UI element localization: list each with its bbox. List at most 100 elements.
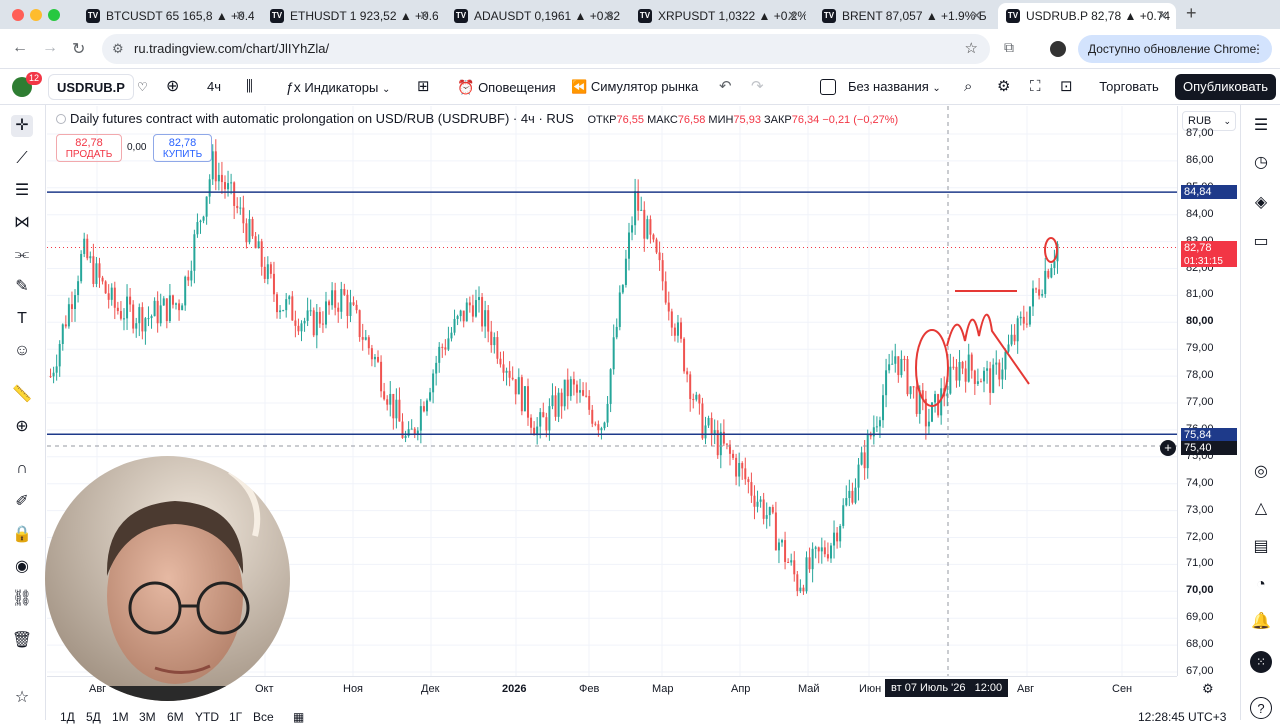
url-field[interactable]: ⚙ ru.tradingview.com/chart/JlIYhZla/ ☆ — [102, 34, 990, 64]
candle-body — [842, 505, 845, 526]
settings-gear-icon[interactable]: ⚙ — [997, 69, 1010, 105]
candle-body — [793, 560, 796, 575]
replay-button[interactable]: ⏪ Симулятор рынка — [571, 69, 698, 105]
pattern-icon[interactable]: ⋈ — [11, 212, 33, 234]
browser-tab[interactable]: TV ETHUSDT 1 923,52 ▲ +0.6 ✕ — [262, 3, 438, 29]
target-icon[interactable]: ◎ — [1250, 461, 1272, 483]
minimize-window-button[interactable] — [30, 9, 42, 21]
browser-tab[interactable]: TV BRENT 87,057 ▲ +1.9% Б ✕ — [814, 3, 990, 29]
crosshair-icon[interactable]: ✛ — [11, 115, 33, 137]
brush-icon[interactable]: ✎ — [11, 276, 33, 298]
link-icon[interactable]: ⛓ — [11, 588, 33, 610]
undo-icon[interactable]: ↶ — [719, 69, 732, 105]
range-all-button[interactable]: Все — [253, 710, 274, 724]
fib-retracement-icon[interactable]: ☰ — [11, 180, 33, 202]
chat-icon[interactable]: ▭ — [1250, 231, 1272, 253]
browser-tab-active[interactable]: TV USDRUB.P 82,78 ▲ +0.74 ✕ — [998, 3, 1176, 29]
forward-arrow-icon[interactable]: → — [42, 39, 58, 57]
symbol-search-button[interactable]: USDRUB.P — [48, 74, 134, 100]
candle-body — [854, 487, 857, 503]
more-menu-icon[interactable]: ⋮ — [1252, 35, 1264, 63]
time-label: Фев — [579, 683, 600, 695]
range-1y-button[interactable]: 1Г — [229, 710, 242, 724]
eye-icon[interactable]: ◉ — [11, 556, 33, 578]
favorite-heart-icon[interactable]: ♡ — [137, 69, 148, 105]
close-tab-icon[interactable]: ✕ — [1157, 3, 1168, 29]
emoji-icon[interactable]: ☺ — [11, 340, 33, 362]
chrome-update-button[interactable]: Доступно обновление Chrome ⋮ — [1078, 35, 1272, 63]
alerts-button[interactable]: ⏰ Оповещения — [457, 69, 556, 105]
trend-line-icon[interactable]: ⟋ — [11, 148, 33, 170]
ideas-icon[interactable]: △ — [1250, 498, 1272, 520]
redo-icon[interactable]: ↷ — [751, 69, 764, 105]
close-tab-icon[interactable]: ✕ — [971, 3, 982, 29]
candle-body — [456, 316, 459, 319]
publish-button[interactable]: Опубликовать — [1175, 74, 1276, 100]
range-1m-button[interactable]: 1М — [112, 710, 129, 724]
candles-chart-type-icon[interactable]: ⫼ — [246, 69, 253, 105]
forecast-icon[interactable]: ⫘ — [11, 244, 33, 266]
new-tab-button[interactable]: + — [1186, 3, 1197, 24]
close-tab-icon[interactable]: ✕ — [419, 3, 430, 29]
trash-icon[interactable]: 🗑 — [11, 630, 33, 652]
magnet-icon[interactable]: ∩ — [11, 458, 33, 480]
range-3m-button[interactable]: 3М — [139, 710, 156, 724]
layout-icon[interactable] — [820, 79, 836, 95]
browser-tab[interactable]: TV ADAUSDT 0,1961 ▲ +0.82 ✕ — [446, 3, 622, 29]
back-arrow-icon[interactable]: ← — [12, 39, 28, 57]
bookmark-star-icon[interactable]: ☆ — [965, 34, 978, 64]
buy-button[interactable]: 82,78 КУПИТЬ — [153, 134, 212, 162]
zoom-icon[interactable]: ⊕ — [11, 416, 33, 438]
close-tab-icon[interactable]: ✕ — [603, 3, 614, 29]
lock-icon[interactable]: 🔒 — [11, 524, 33, 546]
close-tab-icon[interactable]: ✕ — [787, 3, 798, 29]
browser-tab[interactable]: TV BTCUSDT 65 165,8 ▲ +0.4 ✕ — [78, 3, 254, 29]
browser-tab[interactable]: TV XRPUSDT 1,0322 ▲ +0.2% ✕ — [630, 3, 806, 29]
range-5d-button[interactable]: 5Д — [86, 710, 101, 724]
candle-body — [725, 443, 728, 445]
notification-bell-icon[interactable]: 🔔 — [1250, 611, 1272, 633]
site-info-icon[interactable]: ⚙ — [112, 34, 124, 64]
compare-add-icon[interactable]: ⊕ — [166, 69, 179, 105]
range-1d-button[interactable]: 1Д — [60, 710, 75, 724]
close-tab-icon[interactable]: ✕ — [235, 3, 246, 29]
layout-name-button[interactable]: Без названия ⌄ — [848, 69, 941, 105]
maximize-window-button[interactable] — [48, 9, 60, 21]
candle-body — [334, 290, 337, 308]
trade-button[interactable]: Торговать — [1092, 74, 1166, 100]
apps-grid-icon[interactable]: ⁙ — [1250, 651, 1272, 673]
range-ytd-button[interactable]: YTD — [195, 710, 219, 724]
alerts-clock-icon[interactable]: ◷ — [1250, 152, 1272, 174]
fullscreen-icon[interactable]: ⛶ — [1030, 69, 1041, 105]
profile-avatar[interactable] — [1050, 41, 1066, 57]
broadcast-icon[interactable]: ◔ — [1250, 574, 1272, 596]
sell-button[interactable]: 82,78 ПРОДАТЬ — [56, 134, 122, 162]
interval-button[interactable]: 4ч — [207, 69, 221, 105]
object-tree-icon[interactable]: ◈ — [1250, 192, 1272, 214]
webcam-overlay: T — [45, 456, 290, 701]
range-6m-button[interactable]: 6М — [167, 710, 184, 724]
extensions-icon[interactable]: ⧉ — [1004, 39, 1014, 56]
camera-icon[interactable]: ⊡ — [1060, 69, 1073, 105]
text-tool-icon[interactable]: T — [11, 308, 33, 330]
quick-search-icon[interactable]: ⌕ — [964, 69, 972, 105]
reload-icon[interactable]: ↻ — [72, 39, 85, 59]
clock-timezone[interactable]: 12:28:45 UTC+3 — [1138, 710, 1226, 724]
update-label: Доступно обновление Chrome — [1088, 42, 1257, 56]
calendar-icon[interactable]: ▦ — [293, 710, 304, 724]
indicators-button[interactable]: ƒx Индикаторы ⌄ — [286, 69, 390, 105]
candle-body — [101, 277, 104, 282]
calendar-icon[interactable]: ▤ — [1250, 536, 1272, 558]
watchlist-icon[interactable]: ☰ — [1250, 115, 1272, 137]
candle-body — [514, 379, 517, 395]
close-window-button[interactable] — [12, 9, 24, 21]
help-icon[interactable]: ? — [1250, 697, 1272, 719]
lock-pencil-icon[interactable]: ✐ — [11, 491, 33, 513]
layouts-grid-icon[interactable]: ⊞ — [417, 69, 430, 105]
candle-body — [759, 499, 762, 502]
add-alert-plus-icon[interactable]: + — [1160, 440, 1176, 456]
axis-settings-gear-icon[interactable]: ⚙ — [1202, 681, 1214, 697]
candle-body — [181, 305, 184, 311]
ruler-icon[interactable]: 📏 — [11, 384, 33, 406]
star-icon[interactable]: ☆ — [11, 687, 33, 709]
